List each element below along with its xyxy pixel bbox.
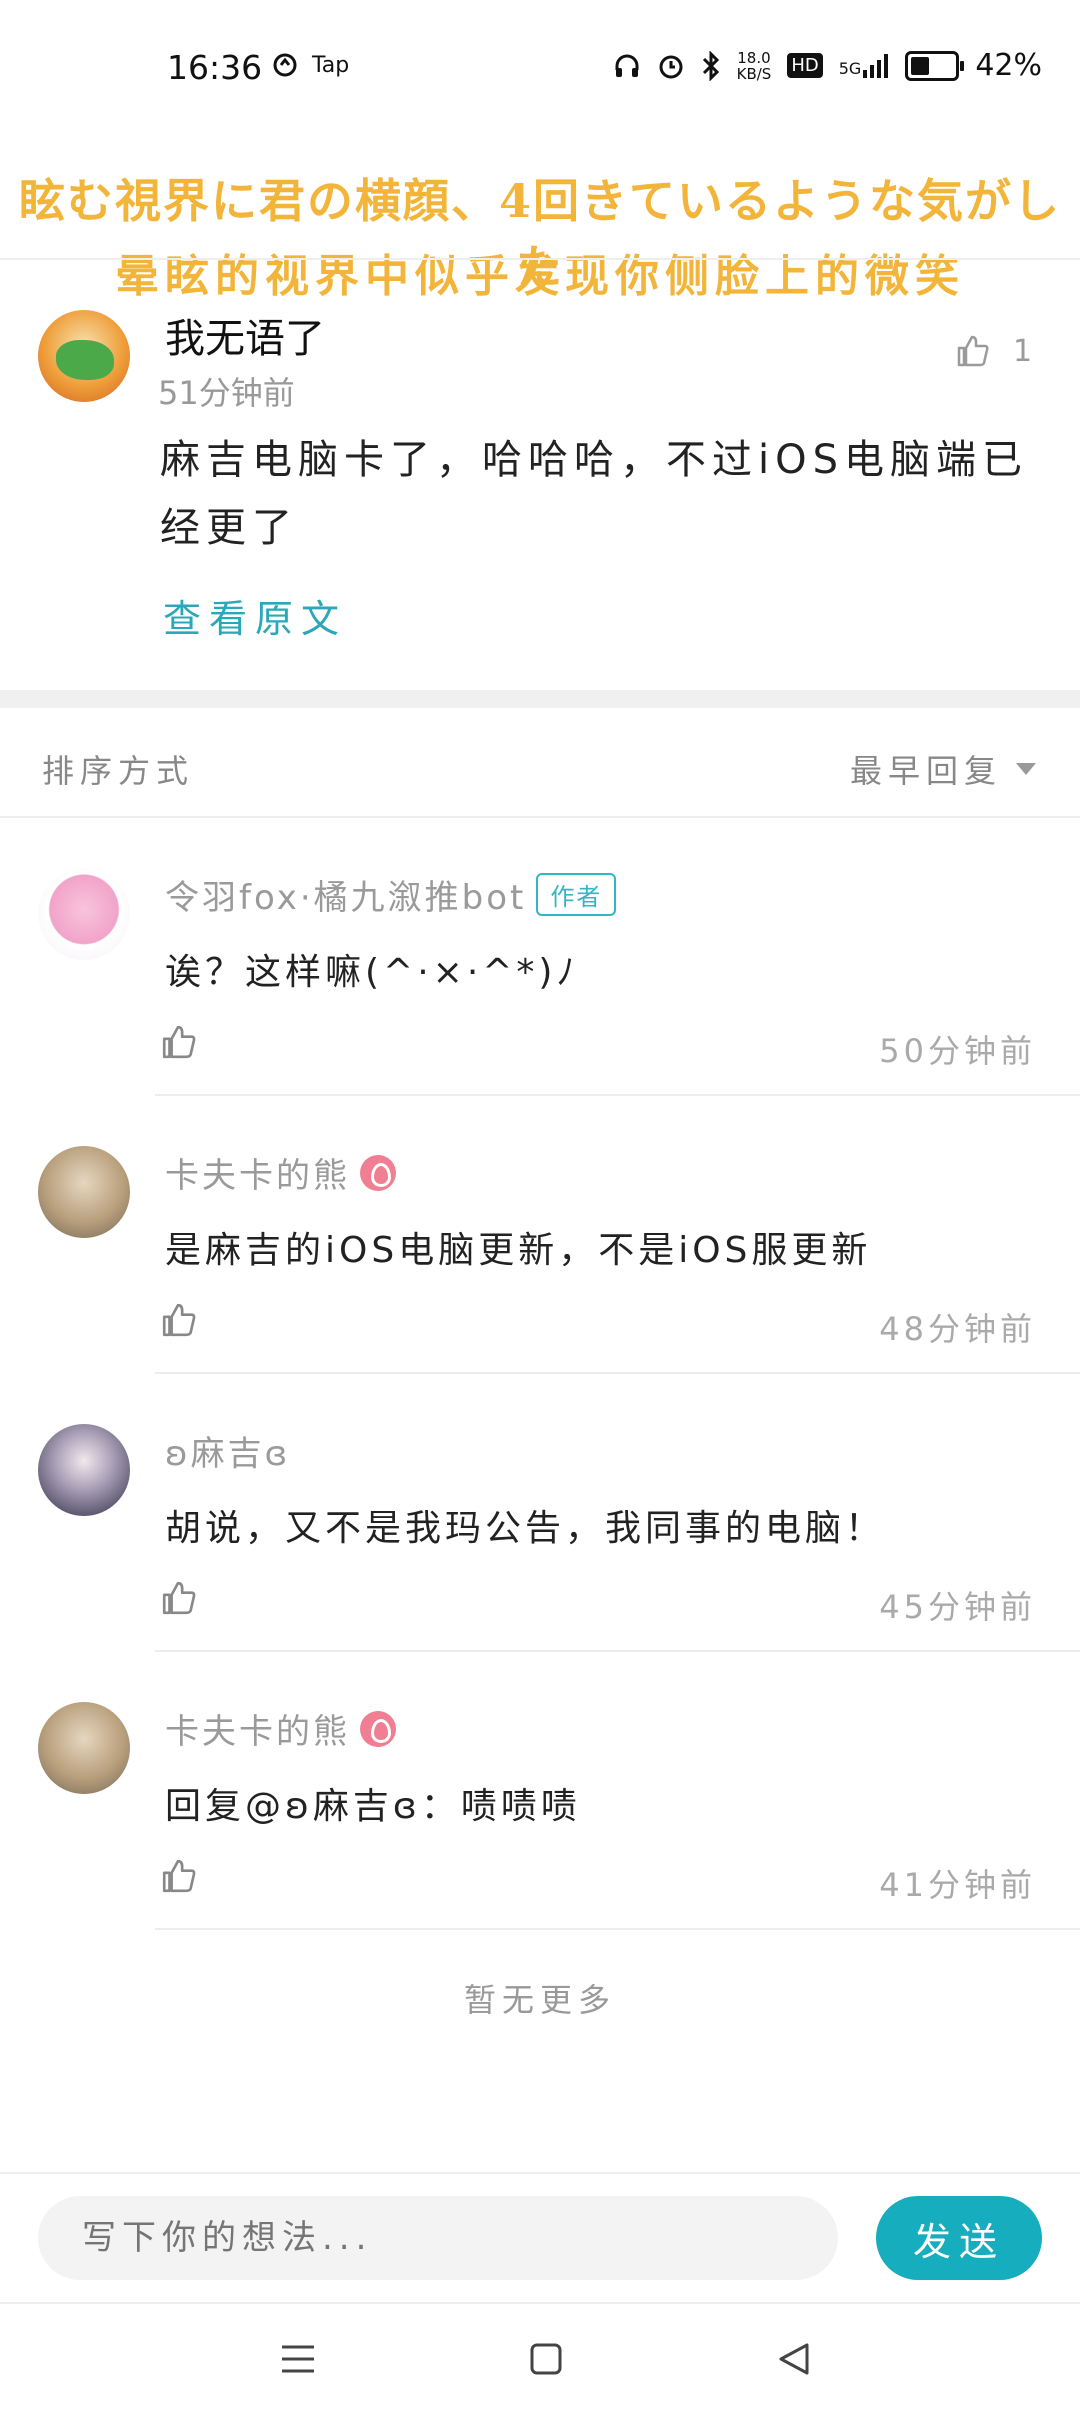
bluetooth-icon bbox=[702, 50, 719, 81]
comment-like-button[interactable] bbox=[160, 1857, 198, 1899]
comment-item: 卡夫卡的熊 是麻吉的iOS电脑更新，不是iOS服更新 48分钟前 bbox=[0, 1096, 1080, 1374]
status-time: 16:36 bbox=[167, 48, 263, 87]
comment-avatar[interactable] bbox=[38, 1702, 130, 1794]
status-app-indicator: Tap bbox=[272, 52, 349, 78]
post-time: 51分钟前 bbox=[158, 374, 295, 412]
nav-home-button[interactable] bbox=[516, 2334, 576, 2384]
comment-text: 胡说，又不是我玛公告，我同事的电脑！ bbox=[165, 1508, 886, 1549]
comment-time: 48分钟前 bbox=[879, 1310, 1036, 1348]
comment-time: 45分钟前 bbox=[879, 1588, 1036, 1626]
battery-icon bbox=[905, 50, 965, 81]
comment-input[interactable] bbox=[38, 2196, 838, 2280]
post-author-avatar[interactable] bbox=[38, 310, 130, 402]
system-nav-bar bbox=[0, 2302, 1080, 2414]
sort-label: 排序方式 bbox=[42, 752, 195, 790]
comment-text: 是麻吉的iOS电脑更新，不是iOS服更新 bbox=[165, 1230, 872, 1271]
comment-like-button[interactable] bbox=[160, 1301, 198, 1343]
comment-text: 回复@ʚ麻吉ɞ：啧啧啧 bbox=[165, 1786, 581, 1827]
no-more-text: 暂无更多 bbox=[463, 1981, 616, 2019]
comment-like-button[interactable] bbox=[160, 1579, 198, 1621]
hd-icon: HD bbox=[787, 53, 823, 78]
comment-author[interactable]: 卡夫卡的熊 bbox=[165, 1148, 396, 1197]
status-bar: 16:36 Tap 18.0 KB/S HD 5G 42% bbox=[0, 0, 1080, 140]
comment-item: 卡夫卡的熊 回复@ʚ麻吉ɞ：啧啧啧 41分钟前 bbox=[0, 1652, 1080, 1930]
flame-badge-icon bbox=[360, 1710, 396, 1747]
status-icons: 18.0 KB/S HD 5G 42% bbox=[613, 48, 1042, 83]
tap-logo-icon bbox=[273, 53, 297, 77]
comment-like-button[interactable] bbox=[160, 1023, 198, 1065]
menu-icon bbox=[282, 2345, 314, 2373]
header-divider bbox=[0, 258, 1080, 260]
comment-item: ʚ麻吉ɞ 胡说，又不是我玛公告，我同事的电脑！ 45分钟前 bbox=[0, 1374, 1080, 1652]
comment-author[interactable]: 卡夫卡的熊 bbox=[165, 1704, 396, 1753]
post-author-name[interactable]: 我无语了 bbox=[165, 306, 325, 364]
flame-badge-icon bbox=[360, 1154, 396, 1191]
comment-time: 41分钟前 bbox=[879, 1866, 1036, 1904]
thumb-up-icon bbox=[162, 1303, 196, 1337]
comment-author[interactable]: 令羽fox·橘九溆推bot 作者 bbox=[165, 870, 617, 919]
view-original-link[interactable]: 查看原文 bbox=[163, 588, 347, 643]
thumb-up-icon bbox=[162, 1581, 196, 1615]
comment-item: 令羽fox·橘九溆推bot 作者 诶？这样嘛(^·×·^*)ﾉ 50分钟前 bbox=[0, 818, 1080, 1096]
comment-author[interactable]: ʚ麻吉ɞ bbox=[165, 1426, 290, 1475]
signal-5g-icon: 5G bbox=[839, 53, 890, 78]
sort-dropdown[interactable]: 最早回复 bbox=[850, 746, 1036, 792]
back-triangle-icon bbox=[779, 2343, 809, 2375]
battery-percent: 42% bbox=[975, 48, 1042, 83]
send-button[interactable]: 发送 bbox=[876, 2196, 1042, 2280]
caret-down-icon bbox=[1016, 763, 1036, 775]
alarm-icon bbox=[659, 55, 683, 78]
comment-avatar[interactable] bbox=[38, 1146, 130, 1238]
thumb-up-icon bbox=[162, 1025, 196, 1059]
comment-avatar[interactable] bbox=[38, 868, 130, 960]
thumb-up-icon bbox=[162, 1859, 196, 1893]
post-like-button[interactable]: 1 bbox=[955, 333, 1032, 369]
sort-value: 最早回复 bbox=[849, 752, 1002, 790]
lyric-line-chinese: 晕眩的视界中似乎发现你侧脸上的微笑 bbox=[115, 251, 965, 302]
post-body: 麻吉电脑卡了，哈哈哈，不过iOS电脑端已经更了 bbox=[160, 437, 1028, 551]
comment-time: 50分钟前 bbox=[879, 1032, 1036, 1070]
nav-menu-button[interactable] bbox=[268, 2334, 328, 2384]
home-square-icon bbox=[530, 2343, 562, 2375]
author-badge: 作者 bbox=[536, 873, 617, 916]
headphones-icon bbox=[615, 54, 639, 77]
comment-divider bbox=[155, 1928, 1080, 1930]
nav-back-button[interactable] bbox=[764, 2334, 824, 2384]
comment-avatar[interactable] bbox=[38, 1424, 130, 1516]
net-speed: 18.0 KB/S bbox=[736, 48, 772, 83]
thumb-up-icon bbox=[957, 335, 989, 367]
post-like-count: 1 bbox=[1013, 333, 1033, 369]
status-app-label: Tap bbox=[312, 52, 350, 78]
section-separator bbox=[0, 690, 1080, 708]
comment-text: 诶？这样嘛(^·×·^*)ﾉ bbox=[165, 952, 579, 993]
